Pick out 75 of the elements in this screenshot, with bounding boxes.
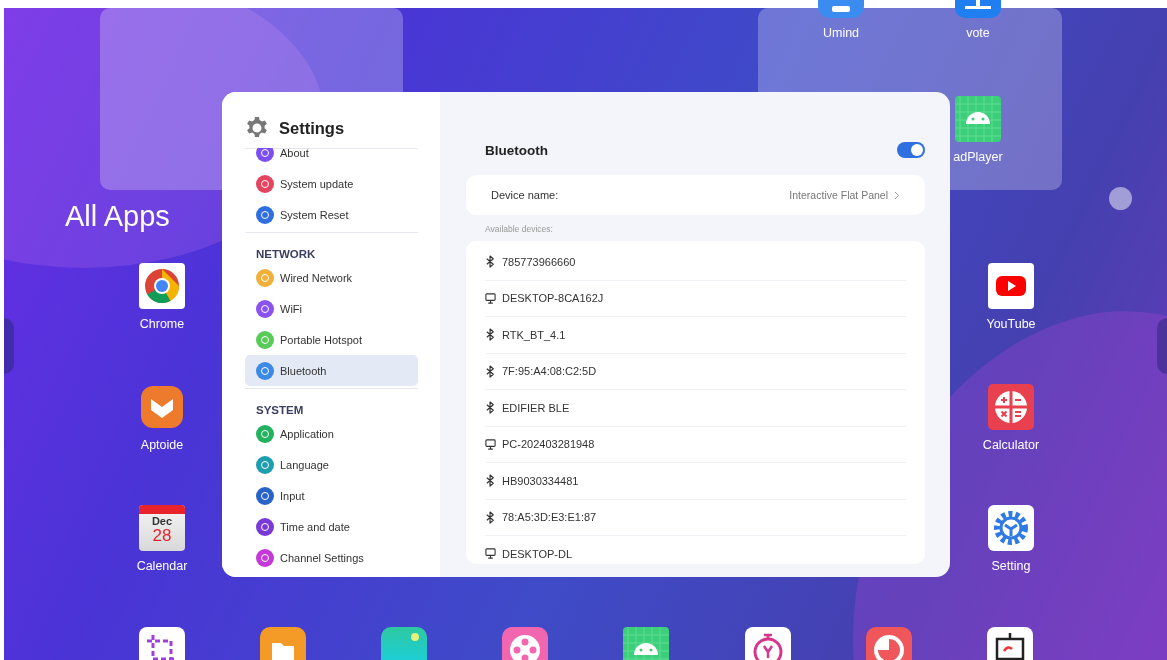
edge-handle[interactable] xyxy=(4,318,14,374)
stopwatch-icon[interactable] xyxy=(745,627,791,660)
monitor-icon xyxy=(485,547,496,561)
bluetooth-icon xyxy=(485,510,496,524)
section-heading: NETWORK xyxy=(255,247,317,262)
device-name: 785773966660 xyxy=(502,255,576,268)
folder-icon[interactable] xyxy=(260,627,306,660)
chevron-icon xyxy=(894,190,900,200)
app-label[interactable]: Setting xyxy=(991,559,1031,573)
app-label[interactable]: Calculator xyxy=(982,438,1040,452)
device-name: PC-202403281948 xyxy=(502,438,595,451)
app-label[interactable]: vote xyxy=(966,26,990,40)
easel-icon[interactable] xyxy=(987,627,1033,660)
gear-icon xyxy=(245,116,269,140)
gear-icon[interactable] xyxy=(988,505,1034,551)
bluetooth-icon xyxy=(485,255,496,269)
clock-icon[interactable] xyxy=(866,627,912,660)
device-name-label: Device name: xyxy=(491,189,559,201)
crop-icon[interactable] xyxy=(139,627,185,660)
edge-handle[interactable] xyxy=(1157,318,1167,374)
sidebar-item[interactable]: Language xyxy=(245,449,418,480)
calendar-icon[interactable]: Dec 28 xyxy=(139,505,185,551)
floating-button[interactable] xyxy=(1109,187,1132,210)
settings-title: Settings xyxy=(279,118,345,138)
device-row[interactable]: HB9030334481 xyxy=(485,463,906,500)
sidebar-item[interactable]: WiFi xyxy=(245,293,418,324)
gallery-icon[interactable] xyxy=(381,627,427,660)
app-label[interactable]: Umind xyxy=(822,26,860,40)
bluetooth-toggle[interactable] xyxy=(897,142,925,158)
bluetooth-title: Bluetooth xyxy=(485,142,548,158)
sidebar-item[interactable]: Time and date xyxy=(245,511,418,542)
device-name: EDIFIER BLE xyxy=(502,401,570,414)
aptoide-icon[interactable] xyxy=(139,384,185,430)
film-reel-icon[interactable] xyxy=(502,627,548,660)
sidebar-item[interactable]: Application xyxy=(245,418,418,449)
device-name: RTK_BT_4.1 xyxy=(502,328,566,341)
device-name: DESKTOP-DL xyxy=(502,547,573,560)
available-devices-label: Available devices: xyxy=(484,223,554,236)
device-name: HB9030334481 xyxy=(502,474,579,487)
bluetooth-icon xyxy=(485,474,496,488)
youtube-icon[interactable] xyxy=(988,263,1034,309)
sidebar-item[interactable]: System update xyxy=(245,168,418,199)
device-name: DESKTOP-8CA162J xyxy=(502,292,604,305)
sidebar-item[interactable]: Channel Settings xyxy=(245,542,418,573)
device-row[interactable]: 78:A5:3D:E3:E1:87 xyxy=(485,499,906,536)
device-row[interactable]: DESKTOP-DL xyxy=(485,536,906,564)
bluetooth-icon xyxy=(485,328,496,342)
device-row[interactable]: DESKTOP-8CA162J xyxy=(485,280,906,317)
bluetooth-icon xyxy=(485,401,496,415)
app-label[interactable]: Chrome xyxy=(139,317,185,331)
bluetooth-icon xyxy=(485,364,496,378)
monitor-icon xyxy=(485,291,496,305)
device-name-value[interactable]: Interactive Flat Panel xyxy=(789,189,900,201)
app-label[interactable]: Aptoide xyxy=(140,438,184,452)
section-heading: SYSTEM xyxy=(255,403,305,418)
app-label[interactable]: Calendar xyxy=(136,559,188,573)
sidebar-item[interactable]: Wired Network xyxy=(245,262,418,293)
sidebar-item[interactable]: About xyxy=(245,148,418,168)
sidebar-item[interactable]: Portable Hotspot xyxy=(245,324,418,355)
device-name: 78:A5:3D:E3:E1:87 xyxy=(502,511,597,524)
chrome-icon[interactable] xyxy=(139,263,185,309)
app-label[interactable]: adPlayer xyxy=(953,150,1003,164)
device-row[interactable]: 7F:95:A4:08:C2:5D xyxy=(485,353,906,390)
device-name: 7F:95:A4:08:C2:5D xyxy=(502,365,597,378)
device-row[interactable]: PC-202403281948 xyxy=(485,426,906,463)
device-row[interactable]: RTK_BT_4.1 xyxy=(485,317,906,354)
calculator-icon[interactable] xyxy=(988,384,1034,430)
sidebar-item[interactable]: System Reset xyxy=(245,199,418,230)
sidebar-item[interactable]: Input xyxy=(245,480,418,511)
device-row[interactable]: 785773966660 xyxy=(485,244,906,281)
monitor-icon xyxy=(485,437,496,451)
all-apps-heading: All Apps xyxy=(65,200,170,233)
sidebar-item[interactable]: Bluetooth xyxy=(245,355,418,386)
app-label[interactable]: YouTube xyxy=(986,317,1036,331)
device-row[interactable]: EDIFIER BLE xyxy=(485,390,906,427)
